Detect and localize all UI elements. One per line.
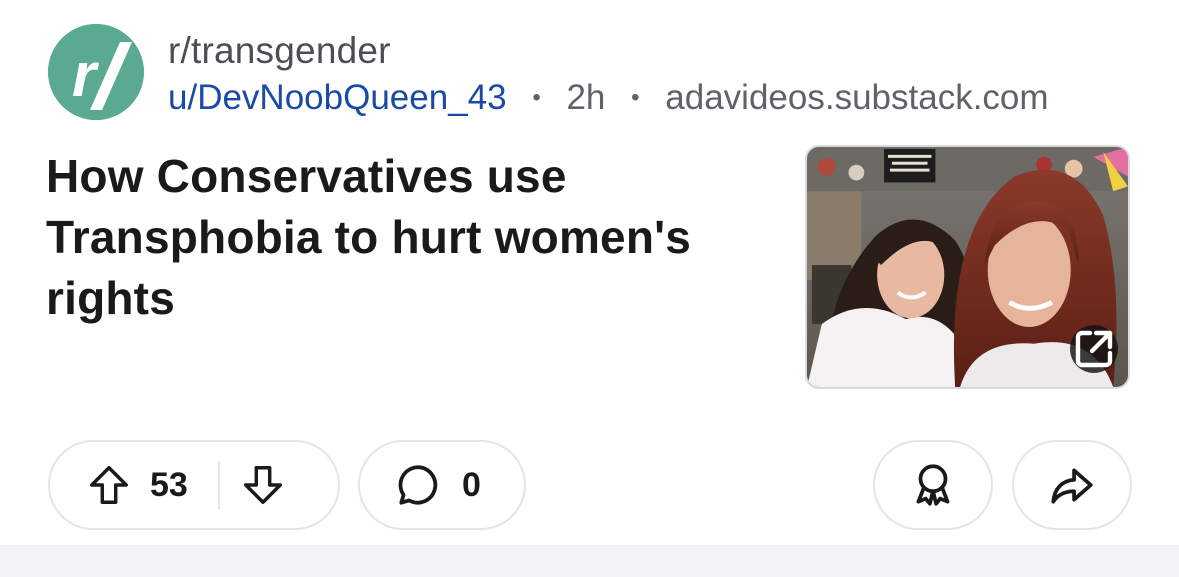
comment-count: 0 — [462, 465, 481, 504]
vote-bar: 53 — [48, 440, 340, 530]
external-link-icon — [1075, 330, 1113, 368]
post-age: 2h — [566, 78, 606, 117]
arrow-up-icon — [90, 466, 128, 504]
subreddit-avatar[interactable]: r — [48, 24, 144, 120]
post-meta: r/transgender u/DevNoobQueen_43 • 2h • a… — [168, 30, 1049, 120]
comments-button[interactable]: 0 — [358, 440, 526, 530]
subreddit-name[interactable]: r/transgender — [168, 30, 1049, 72]
author-link[interactable]: u/DevNoobQueen_43 — [168, 78, 507, 117]
meta-separator: • — [631, 84, 640, 111]
link-domain[interactable]: adavideos.substack.com — [665, 78, 1048, 117]
vote-count: 53 — [150, 465, 188, 504]
feed-separator — [0, 545, 1179, 577]
link-thumbnail[interactable] — [805, 145, 1130, 389]
meta-line: u/DevNoobQueen_43 • 2h • adavideos.subst… — [168, 76, 1049, 120]
arrow-down-icon — [243, 466, 282, 504]
post-card[interactable]: r r/transgender u/DevNoobQueen_43 • 2h •… — [0, 0, 1179, 545]
meta-separator: • — [532, 84, 541, 111]
upvote-button[interactable] — [86, 462, 132, 508]
post-title[interactable]: How Conservatives use Transphobia to hur… — [46, 146, 766, 329]
vote-divider — [217, 461, 220, 509]
award-icon — [916, 464, 950, 506]
subreddit-r-slash-icon: r — [48, 24, 144, 120]
comment-bubble-icon — [398, 465, 438, 505]
share-arrow-icon — [1051, 468, 1093, 504]
downvote-button[interactable] — [240, 462, 286, 508]
external-link-button[interactable] — [1070, 325, 1118, 373]
award-button[interactable] — [873, 440, 993, 530]
share-button[interactable] — [1012, 440, 1132, 530]
comment-icon-wrap — [394, 460, 444, 510]
